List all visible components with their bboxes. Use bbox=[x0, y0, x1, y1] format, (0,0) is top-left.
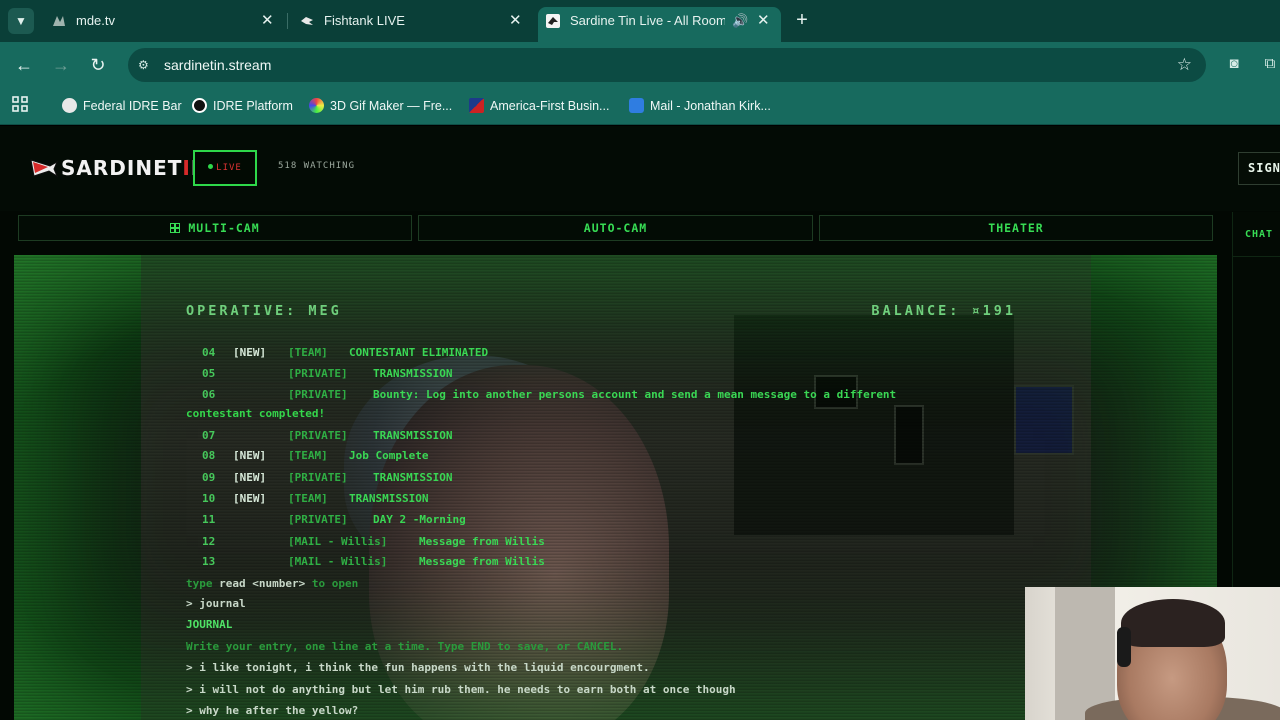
triangle-logo-icon bbox=[192, 98, 207, 113]
speaker-icon[interactable]: 🔊 bbox=[732, 7, 748, 35]
gif-maker-icon bbox=[309, 98, 324, 113]
chevron-down-icon: ▼ bbox=[15, 14, 27, 28]
star-icon[interactable]: ☆ bbox=[1177, 48, 1192, 82]
mde-favicon-icon bbox=[53, 16, 65, 26]
navigation-bar: ← → ↻ ⚙ sardinetin.stream ☆ bbox=[0, 42, 1280, 88]
arrow-right-icon: → bbox=[52, 55, 70, 75]
new-tab-button[interactable]: + bbox=[792, 8, 812, 32]
terminal-hint: type read <number> to open bbox=[186, 577, 359, 590]
bookmark-3d-gif-maker[interactable]: 3D Gif Maker — Fre... bbox=[309, 96, 452, 116]
sardinetin-favicon-icon bbox=[546, 14, 560, 28]
auto-cam-button[interactable]: AUTO-CAM bbox=[418, 215, 813, 241]
live-badge: LIVE bbox=[193, 150, 257, 186]
tab-strip: ▼ mde.tv ✕ Fishtank LIVE ✕ Sardine Tin L… bbox=[0, 0, 1280, 42]
apps-grid-icon[interactable] bbox=[12, 96, 28, 116]
headset-icon bbox=[1117, 627, 1131, 667]
flag-icon bbox=[469, 98, 484, 113]
journal-line: > i will not do anything but let him rub… bbox=[186, 683, 736, 696]
terminal-overlay: OPERATIVE: MEG BALANCE: ¤191 04 [NEW] [TEA… bbox=[186, 303, 1016, 717]
journal-hint: Write your entry, one line at a time. Ty… bbox=[186, 640, 624, 653]
camera-extension-icon[interactable]: ◙ bbox=[1224, 54, 1244, 74]
multi-cam-button[interactable]: MULTI-CAM bbox=[18, 215, 412, 241]
extensions-puzzle-icon[interactable]: ⧉ bbox=[1260, 54, 1280, 74]
tune-icon[interactable]: ⚙ bbox=[138, 57, 154, 73]
tab-title: Sardine Tin Live - All Rooms bbox=[570, 13, 725, 28]
forward-button[interactable]: → bbox=[49, 53, 73, 77]
address-bar[interactable]: ⚙ sardinetin.stream ☆ bbox=[128, 48, 1206, 82]
fishtank-favicon-icon bbox=[301, 17, 313, 25]
webcam-overlay bbox=[1025, 587, 1280, 720]
grid-icon bbox=[170, 223, 181, 233]
tab-title: mde.tv bbox=[76, 13, 116, 28]
operative-header: OPERATIVE: MEG BALANCE: ¤191 bbox=[186, 303, 1016, 319]
arrow-left-icon: ← bbox=[15, 55, 33, 75]
sardine-logo-icon bbox=[30, 159, 58, 178]
plus-icon: + bbox=[796, 9, 808, 31]
mail-icon bbox=[629, 98, 644, 113]
balance: BALANCE: ¤191 bbox=[871, 303, 1016, 319]
reload-button[interactable]: ↻ bbox=[86, 53, 110, 77]
theater-button[interactable]: THEATER bbox=[819, 215, 1213, 241]
bookmarks-bar: Federal IDRE Bar IDRE Platform 3D Gif Ma… bbox=[0, 88, 1280, 125]
close-icon[interactable]: ✕ bbox=[757, 7, 770, 35]
site-root: SARDINETIN LIVE 518 WATCHING SIGN MULTI-… bbox=[0, 126, 1280, 720]
site-header: SARDINETIN LIVE 518 WATCHING SIGN bbox=[0, 126, 1280, 211]
close-icon[interactable]: ✕ bbox=[261, 7, 274, 35]
bookmark-idre-platform[interactable]: IDRE Platform bbox=[192, 96, 293, 116]
journal-line: > i like tonight, i think the fun happen… bbox=[186, 661, 650, 674]
chat-tab[interactable]: CHAT bbox=[1233, 212, 1280, 257]
journal-line: > why he after the yellow? bbox=[186, 704, 359, 717]
bookmark-america-first[interactable]: America-First Busin... bbox=[469, 96, 609, 116]
live-dot-icon bbox=[208, 164, 214, 169]
url-text[interactable]: sardinetin.stream bbox=[164, 48, 271, 82]
sign-in-button[interactable]: SIGN bbox=[1238, 152, 1280, 185]
tab-separator bbox=[287, 13, 288, 29]
tab-sardinetin[interactable]: Sardine Tin Live - All Rooms 🔊 ✕ bbox=[546, 7, 774, 35]
close-icon[interactable]: ✕ bbox=[509, 7, 522, 35]
globe-icon bbox=[62, 98, 77, 113]
back-button[interactable]: ← bbox=[12, 53, 36, 77]
logo-wordmark: SARDINETIN bbox=[61, 156, 208, 180]
webcam-background bbox=[1055, 587, 1115, 720]
reload-icon: ↻ bbox=[90, 55, 106, 75]
webcam-person-hair bbox=[1121, 599, 1225, 647]
viewer-count: 518 WATCHING bbox=[278, 161, 356, 171]
bookmark-mail[interactable]: Mail - Jonathan Kirk... bbox=[629, 96, 771, 116]
tab-mde[interactable]: mde.tv ✕ bbox=[52, 7, 278, 35]
terminal-wrap-line: contestant completed! bbox=[186, 407, 326, 420]
bookmark-federal-idre-bar[interactable]: Federal IDRE Bar bbox=[62, 96, 182, 116]
journal-title: JOURNAL bbox=[186, 618, 233, 631]
operative-name: OPERATIVE: MEG bbox=[186, 303, 342, 319]
tab-title: Fishtank LIVE bbox=[324, 13, 405, 28]
terminal-command: > journal bbox=[186, 597, 246, 610]
tab-fishtank[interactable]: Fishtank LIVE ✕ bbox=[300, 7, 526, 35]
tab-search-button[interactable]: ▼ bbox=[8, 8, 34, 34]
